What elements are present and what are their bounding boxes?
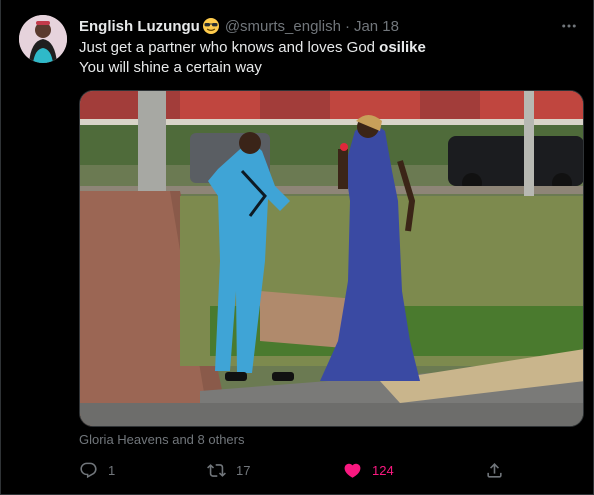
tweet-date[interactable]: Jan 18 (354, 18, 399, 35)
tweet-actions: 1 17 124 (79, 458, 509, 482)
avatar-image (19, 15, 67, 63)
retweet-count: 17 (236, 462, 251, 478)
retweet-icon (207, 463, 226, 477)
header-separator: · (344, 17, 350, 35)
tweet-card[interactable]: English Luzungu @smurts_english · Jan 18… (0, 0, 594, 495)
like-button[interactable]: 124 (343, 458, 394, 482)
reply-count: 1 (108, 462, 116, 478)
reply-bubble-icon (80, 462, 97, 478)
tweet-header: English Luzungu @smurts_english · Jan 18 (79, 16, 573, 36)
reply-button[interactable]: 1 (79, 458, 115, 482)
tweet-text: Just get a partner who knows and loves G… (79, 38, 559, 78)
tweet-photo[interactable] (79, 90, 584, 427)
retweet-button[interactable]: 17 (207, 458, 250, 482)
author-display-name[interactable]: English Luzungu (79, 18, 200, 35)
tweet-text-line-2: You will shine a certain way (79, 59, 262, 76)
tagged-people[interactable]: Gloria Heavens and 8 others (79, 432, 244, 447)
more-horizontal-icon (562, 24, 576, 28)
tweet-text-bold: osilike (379, 39, 426, 56)
author-handle[interactable]: @smurts_english (225, 18, 341, 35)
share-upload-icon (487, 462, 502, 478)
heart-filled-icon (344, 463, 361, 478)
share-button[interactable] (485, 458, 504, 482)
like-count: 124 (372, 462, 394, 478)
author-avatar[interactable] (19, 15, 67, 63)
more-options-button[interactable] (557, 14, 581, 38)
sunglasses-emoji-icon (202, 17, 220, 35)
photo-illustration (80, 91, 583, 426)
tweet-text-plain: Just get a partner who knows and loves G… (79, 39, 380, 56)
tweet-text-line-1: Just get a partner who knows and loves G… (79, 38, 559, 58)
